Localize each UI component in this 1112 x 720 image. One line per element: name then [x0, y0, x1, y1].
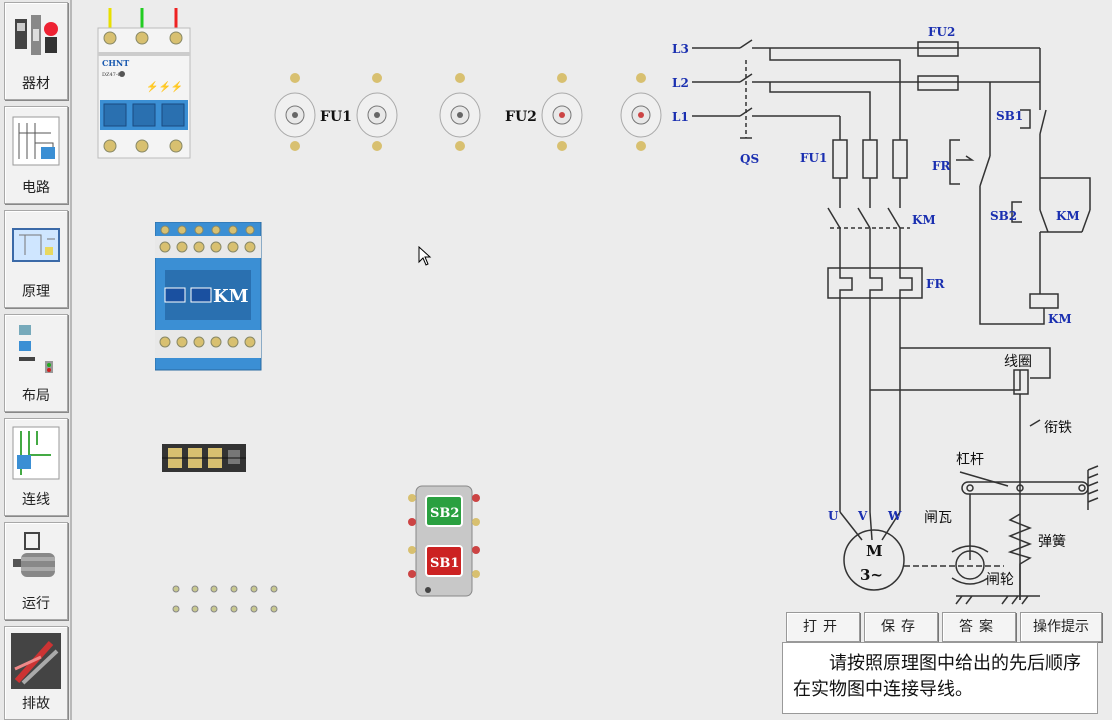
- svg-text:⚡⚡⚡: ⚡⚡⚡: [146, 80, 183, 93]
- pushbutton-box[interactable]: SB2 SB1: [404, 484, 484, 598]
- label-l2: L2: [672, 76, 689, 90]
- label-km-main: KM: [912, 213, 936, 227]
- fuse-2[interactable]: [356, 73, 398, 151]
- fuse-1[interactable]: [274, 73, 316, 151]
- label-lever: 杠杆: [956, 452, 984, 468]
- sidebar-item-layout[interactable]: 布局: [4, 314, 68, 412]
- sidebar-label: 器材: [22, 76, 50, 92]
- tools-icon: [11, 633, 61, 689]
- motor-3: 3~: [860, 566, 883, 584]
- circuit-icon: [12, 116, 60, 166]
- tips-button[interactable]: 操作提示: [1020, 612, 1102, 642]
- label-fr-main: FR: [926, 277, 946, 291]
- sidebar-label: 原理: [22, 284, 50, 300]
- sidebar-item-troubleshoot[interactable]: 排故: [4, 626, 68, 720]
- label-u: U: [828, 509, 839, 523]
- schematic-diagram: L3 L2 L1 QS FU1 FU2 KM FR FR SB1 SB2 KM …: [672, 25, 1099, 605]
- fuse-4[interactable]: [541, 73, 583, 151]
- label-km-aux: KM: [1056, 209, 1080, 223]
- open-button[interactable]: 打开: [786, 612, 860, 642]
- label-fr-nc: FR: [932, 159, 952, 173]
- contactor-km[interactable]: KM: [155, 222, 263, 372]
- circuit-breaker[interactable]: CHNT DZ47-60 ⚡⚡⚡: [96, 8, 196, 160]
- fu1-label: FU1: [320, 109, 352, 125]
- sidebar-item-principle[interactable]: 原理: [4, 210, 68, 308]
- sidebar-label: 电路: [22, 180, 50, 196]
- sb1-label: SB1: [430, 556, 459, 571]
- label-l1: L1: [672, 110, 689, 124]
- label-sb1: SB1: [996, 109, 1023, 123]
- label-coil: 线圈: [1004, 354, 1032, 370]
- fuse-5[interactable]: [620, 73, 662, 151]
- label-qs: QS: [740, 152, 759, 166]
- label-l3: L3: [672, 42, 689, 56]
- sidebar-item-wiring[interactable]: 连线: [4, 418, 68, 516]
- sidebar-item-equipment[interactable]: 器材: [4, 2, 68, 100]
- sidebar: 器材 电路 原理 布局 连线 运行 排故: [0, 0, 72, 720]
- wiring-icon: [12, 426, 60, 480]
- principle-icon: [12, 228, 60, 262]
- fuse-row[interactable]: FU1 FU2: [270, 72, 670, 154]
- sidebar-label: 连线: [22, 492, 50, 508]
- sb2-label: SB2: [430, 506, 459, 521]
- fu2-label: FU2: [505, 109, 537, 125]
- hint-text: 请按照原理图中给出的先后顺序在实物图中连接导线。: [782, 642, 1098, 714]
- terminal-block[interactable]: [168, 580, 286, 616]
- breaker-brand: CHNT: [102, 58, 129, 68]
- sidebar-item-circuit[interactable]: 电路: [4, 106, 68, 204]
- label-sb2: SB2: [990, 209, 1017, 223]
- sidebar-label: 运行: [22, 596, 50, 612]
- sidebar-label: 布局: [22, 388, 50, 404]
- mouse-cursor-icon: [418, 246, 432, 266]
- sidebar-label: 排故: [22, 696, 50, 712]
- equipment-icon: [15, 15, 58, 55]
- label-spring: 弹簧: [1038, 534, 1066, 550]
- label-fu2: FU2: [928, 25, 955, 39]
- fuse-3[interactable]: [439, 73, 481, 151]
- label-v: V: [857, 509, 868, 523]
- sidebar-item-run[interactable]: 运行: [4, 522, 68, 620]
- layout-icon: [19, 325, 53, 373]
- contactor-label: KM: [213, 286, 249, 307]
- label-km-coil: KM: [1048, 312, 1072, 326]
- label-w: W: [887, 509, 902, 523]
- label-brake-shoe: 闸瓦: [924, 510, 952, 526]
- answer-button[interactable]: 答案: [942, 612, 1016, 642]
- motor-run-icon: [13, 532, 55, 577]
- save-button[interactable]: 保存: [864, 612, 938, 642]
- label-fu1: FU1: [800, 151, 827, 165]
- label-armature: 衔铁: [1044, 420, 1072, 436]
- thermal-relay-fr[interactable]: [162, 438, 248, 478]
- motor-m: M: [866, 542, 883, 560]
- label-brake-wheel: 闸轮: [986, 572, 1014, 588]
